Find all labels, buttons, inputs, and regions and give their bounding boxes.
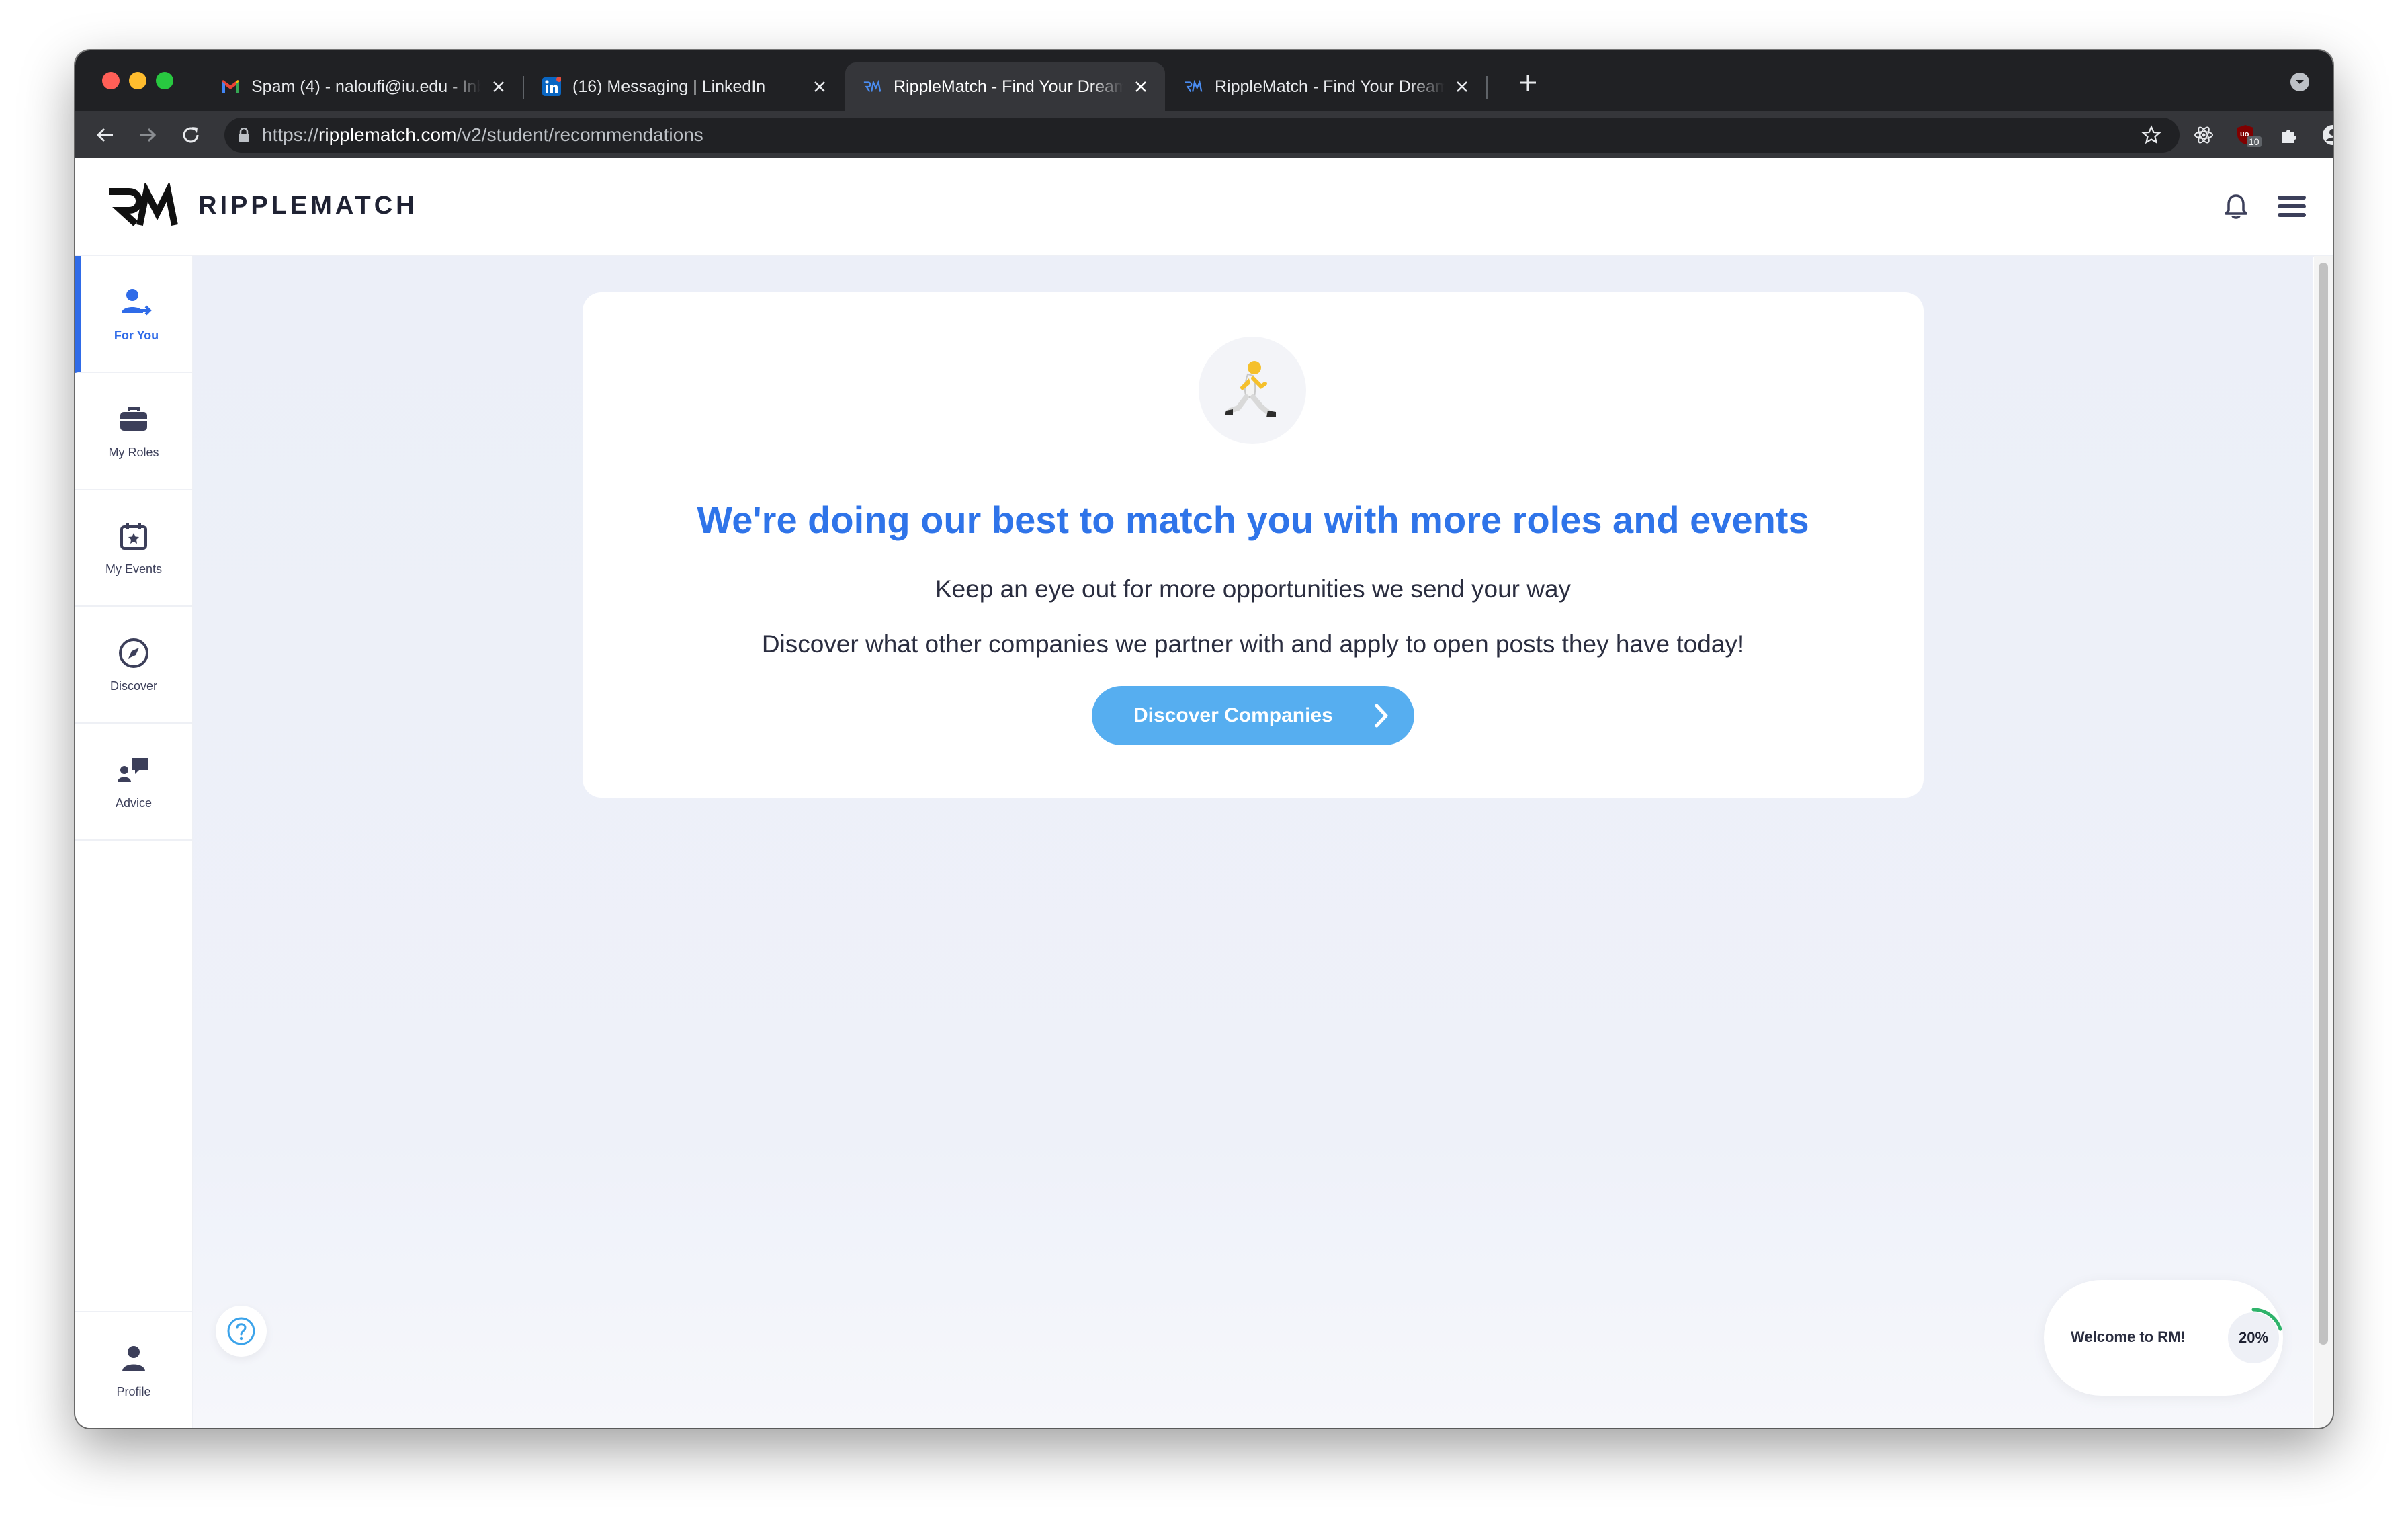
- close-icon[interactable]: [1453, 77, 1471, 96]
- address-bar[interactable]: https://ripplematch.com/v2/student/recom…: [224, 118, 2180, 153]
- browser-window: Spam (4) - naloufi@iu.edu - Inbox (16) M…: [75, 50, 2333, 1428]
- running-person-icon: [1225, 361, 1276, 417]
- profile-button[interactable]: [2319, 122, 2333, 148]
- account-icon: [2323, 125, 2333, 145]
- sidebar-item-label: Profile: [116, 1384, 151, 1398]
- sidebar-item-label: Advice: [115, 796, 153, 810]
- close-icon[interactable]: [489, 77, 508, 96]
- sidebar-item-label: Discover: [110, 679, 157, 693]
- empty-state-subtitle: Keep an eye out for more opportunities w…: [935, 575, 1572, 603]
- hamburger-icon: [2278, 196, 2306, 217]
- progress-percent: 20%: [2238, 1329, 2269, 1346]
- tab-gmail[interactable]: Spam (4) - naloufi@iu.edu - Inbox: [203, 62, 523, 111]
- tab-search-button[interactable]: [2288, 71, 2311, 93]
- tab-title: RippleMatch - Find Your Dream Job: [1215, 77, 1445, 96]
- sidebar-item-my-roles[interactable]: My Roles: [75, 373, 192, 490]
- sidebar-item-advice[interactable]: Advice: [75, 724, 192, 841]
- reload-icon: [183, 127, 199, 143]
- empty-state-headline: We're doing our best to match you with m…: [697, 499, 1809, 541]
- sidebar-item-label: My Roles: [108, 445, 159, 459]
- url-text: https://ripplematch.com/v2/student/recom…: [262, 124, 703, 145]
- new-tab-button[interactable]: [1514, 69, 1541, 96]
- main-menu-button[interactable]: [2276, 192, 2307, 221]
- close-icon[interactable]: [810, 77, 829, 96]
- bookmark-button[interactable]: [2138, 122, 2165, 148]
- chevron-down-icon: [2290, 73, 2309, 91]
- close-window-button[interactable]: [102, 72, 120, 89]
- discover-companies-button[interactable]: Discover Companies: [1092, 686, 1414, 745]
- help-button[interactable]: [216, 1306, 267, 1357]
- close-icon[interactable]: [1131, 77, 1150, 96]
- ripplematch-app: RIPPLEMATCH For You My Roles My Events D…: [75, 158, 2333, 1428]
- tab-separator: [1486, 76, 1488, 99]
- arrow-right-icon: [140, 128, 157, 142]
- tab-strip: Spam (4) - naloufi@iu.edu - Inbox (16) M…: [75, 50, 2333, 111]
- gmail-icon: [220, 77, 241, 97]
- tab-title: Spam (4) - naloufi@iu.edu - Inbox: [251, 77, 481, 96]
- welcome-progress-widget[interactable]: Welcome to RM! 20%: [2044, 1280, 2284, 1396]
- sidebar-item-profile[interactable]: Profile: [75, 1311, 192, 1428]
- arrow-left-icon: [96, 128, 113, 142]
- zoom-window-button[interactable]: [156, 72, 173, 89]
- puzzle-icon: [2282, 130, 2296, 143]
- sidebar-nav: For You My Roles My Events Discover Advi…: [75, 256, 194, 1428]
- brand-name: RIPPLEMATCH: [198, 192, 418, 220]
- sidebar-item-label: For You: [114, 328, 159, 342]
- tab-title: RippleMatch - Find Your Dream Job: [894, 77, 1123, 96]
- ripplematch-logo-mark: [109, 181, 178, 226]
- extension-badge: 10: [2247, 136, 2262, 147]
- user-arrow-icon: [120, 286, 153, 319]
- star-icon: [2141, 125, 2161, 144]
- tab-ripplematch[interactable]: RippleMatch - Find Your Dream Job: [1166, 62, 1486, 111]
- compass-icon: [117, 636, 150, 670]
- sidebar-item-my-events[interactable]: My Events: [75, 490, 192, 607]
- atom-icon: [2194, 126, 2213, 144]
- linkedin-icon: [542, 77, 562, 97]
- logo[interactable]: [105, 181, 179, 230]
- chevron-right-icon: [1375, 704, 1388, 728]
- user-icon: [117, 1342, 150, 1375]
- back-button[interactable]: [91, 122, 118, 148]
- bell-icon: [2225, 194, 2247, 219]
- plus-icon: [1520, 75, 1536, 91]
- reload-button[interactable]: [177, 122, 204, 148]
- minimize-window-button[interactable]: [129, 72, 146, 89]
- button-label: Discover Companies: [1133, 704, 1333, 726]
- sidebar-item-label: My Events: [105, 562, 163, 576]
- ripplematch-icon: [863, 77, 883, 97]
- empty-state-card: We're doing our best to match you with m…: [583, 292, 1924, 798]
- runner-illustration: [1199, 337, 1306, 444]
- browser-toolbar: https://ripplematch.com/v2/student/recom…: [75, 111, 2333, 158]
- empty-state-description: Discover what other companies we partner…: [761, 630, 1745, 658]
- forward-button[interactable]: [134, 122, 161, 148]
- extensions-button[interactable]: [2276, 122, 2303, 148]
- tab-ripplematch-active[interactable]: RippleMatch - Find Your Dream Job: [845, 62, 1165, 111]
- chat-user-icon: [117, 753, 150, 787]
- sidebar-item-discover[interactable]: Discover: [75, 607, 192, 724]
- app-header: RIPPLEMATCH: [75, 158, 2333, 257]
- calendar-star-icon: [117, 519, 150, 553]
- ripplematch-icon: [1184, 77, 1204, 97]
- welcome-label: Welcome to RM!: [2071, 1328, 2186, 1345]
- question-circle-icon: [227, 1317, 255, 1345]
- page-scrollbar[interactable]: [2314, 256, 2333, 1428]
- tab-title: (16) Messaging | LinkedIn: [572, 77, 766, 96]
- tab-linkedin[interactable]: (16) Messaging | LinkedIn: [524, 62, 844, 111]
- sidebar-item-for-you[interactable]: For You: [75, 256, 192, 373]
- react-devtools-extension[interactable]: [2190, 122, 2217, 148]
- scrollbar-thumb[interactable]: [2319, 263, 2328, 1345]
- briefcase-icon: [117, 402, 150, 436]
- progress-ring: 20%: [2220, 1304, 2287, 1371]
- main-content: We're doing our best to match you with m…: [193, 256, 2313, 1428]
- ublock-extension[interactable]: uo 10: [2233, 122, 2262, 148]
- notifications-button[interactable]: [2220, 190, 2252, 222]
- lock-icon: [239, 128, 249, 142]
